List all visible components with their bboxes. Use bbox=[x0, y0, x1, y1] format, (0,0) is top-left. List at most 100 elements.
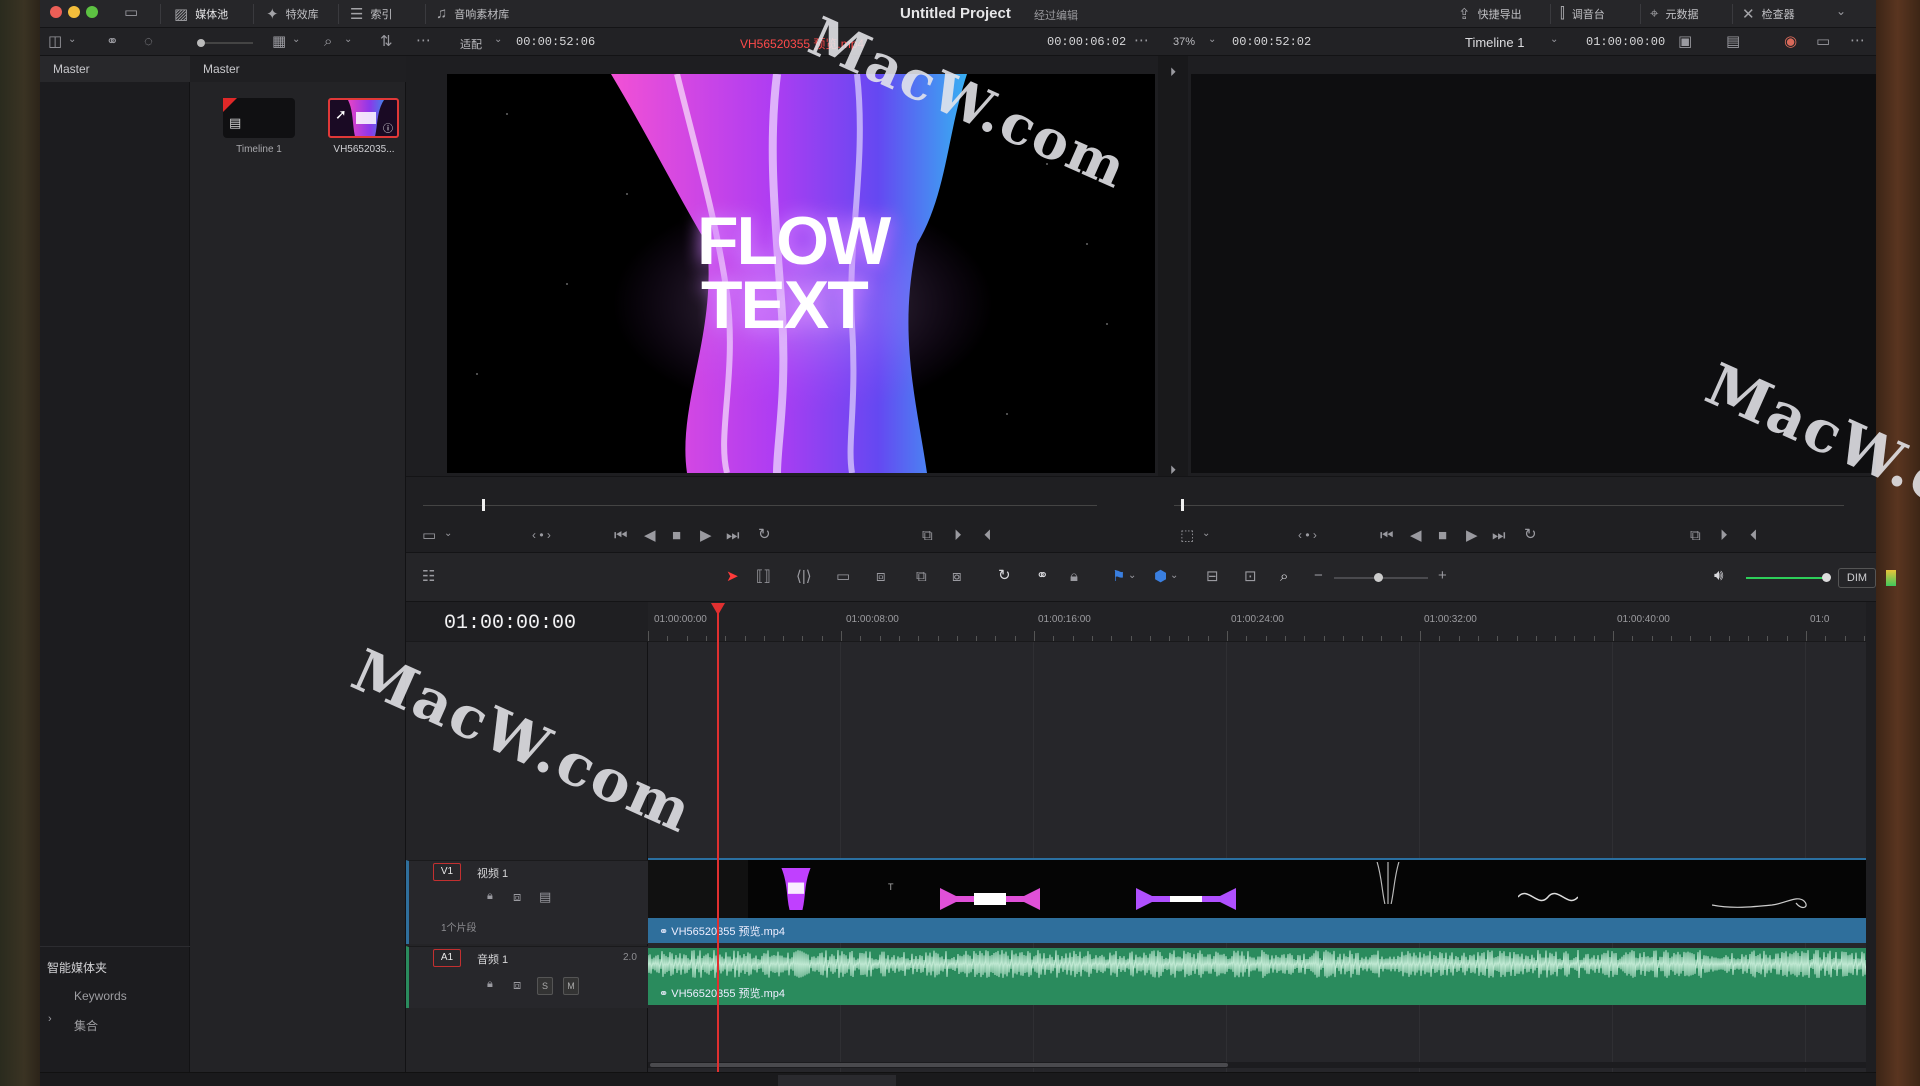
expand-icon[interactable]: ⌄ bbox=[1836, 5, 1846, 17]
chevron-down-icon[interactable]: ⌄ bbox=[68, 35, 76, 45]
mark-in-icon[interactable]: ⏴ bbox=[1750, 528, 1758, 543]
video-toggle-icon[interactable]: ▤ bbox=[539, 890, 551, 903]
chevron-down-icon[interactable]: ⌄ bbox=[1128, 571, 1136, 581]
skip-end-icon[interactable]: ⏵ bbox=[1170, 66, 1176, 78]
skip-end-icon[interactable]: ⏵ bbox=[1170, 464, 1176, 476]
sidebar-item-keywords[interactable]: Keywords bbox=[74, 989, 127, 1003]
jump-end-icon[interactable]: ⏭ bbox=[726, 528, 740, 543]
video-track-name[interactable]: 视频 1 bbox=[477, 865, 508, 881]
close-window-button[interactable] bbox=[50, 6, 62, 18]
timeline-thumbnail[interactable]: ▤ bbox=[223, 98, 295, 138]
zoom-custom-icon[interactable]: ⌕ bbox=[1280, 569, 1288, 584]
timeline-scrollbar-thumb[interactable] bbox=[650, 1063, 1228, 1067]
zoom-slider-handle[interactable] bbox=[1374, 573, 1383, 582]
link-icon[interactable]: ⚭ bbox=[106, 34, 119, 49]
chevron-down-icon[interactable]: ⌄ bbox=[1208, 35, 1216, 45]
chevron-down-icon[interactable]: ⌄ bbox=[494, 35, 502, 45]
stop-icon[interactable]: ■ bbox=[672, 528, 681, 543]
chevron-down-icon[interactable]: ⌄ bbox=[1170, 571, 1178, 581]
trim-tool-icon[interactable]: ⟦⟧ bbox=[756, 569, 771, 584]
mute-button[interactable]: M bbox=[563, 977, 579, 995]
audio-clip[interactable]: ⚭ VH56520355 预览.mp4 bbox=[648, 980, 1866, 1005]
marker-icon[interactable]: ⬢ bbox=[1154, 569, 1167, 584]
match-frame-icon[interactable]: ⧉ bbox=[922, 528, 933, 543]
jump-end-icon[interactable]: ⏭ bbox=[1492, 528, 1506, 543]
tab-effects[interactable]: ✦ 特效库 bbox=[266, 5, 319, 23]
video-clip[interactable]: ⚭ VH56520355 预览.mp4 bbox=[648, 918, 1866, 943]
transform-icon[interactable]: ⬚ bbox=[1180, 528, 1194, 543]
dynamic-trim-icon[interactable]: ⟨|⟩ bbox=[796, 569, 812, 584]
active-page-tab[interactable] bbox=[778, 1075, 896, 1086]
play-icon[interactable]: ▶ bbox=[700, 528, 712, 543]
panel-toggle-icon[interactable]: ◫ bbox=[48, 34, 62, 49]
stop-icon[interactable]: ■ bbox=[1438, 528, 1447, 543]
metadata-button[interactable]: ⌖ 元数据 bbox=[1650, 5, 1698, 22]
mark-out-icon[interactable]: ⏵ bbox=[1720, 528, 1728, 543]
dim-button[interactable]: DIM bbox=[1838, 568, 1876, 588]
selection-tool-icon[interactable]: ➤ bbox=[726, 569, 739, 584]
loop-icon[interactable]: ↻ bbox=[1524, 527, 1537, 542]
minimize-window-button[interactable] bbox=[68, 6, 80, 18]
chevron-down-icon[interactable]: ⌄ bbox=[444, 529, 452, 539]
chevron-down-icon[interactable]: ⌄ bbox=[292, 35, 300, 45]
timeline-canvas[interactable]: 01:00:00:00 01:00:08:00 01:00:16:00 01:0… bbox=[647, 602, 1868, 1072]
more-options-icon[interactable]: ⋯ bbox=[1134, 33, 1149, 48]
viewer-mode-icon[interactable]: ▭ bbox=[422, 528, 436, 543]
match-frame-icon[interactable]: ⧉ bbox=[1690, 528, 1701, 543]
playhead-handle[interactable] bbox=[711, 603, 725, 615]
track-id-v1[interactable]: V1 bbox=[433, 863, 461, 881]
audio-waveform[interactable] bbox=[647, 948, 1868, 980]
playhead[interactable] bbox=[717, 608, 719, 1072]
more-options-icon[interactable]: ⋯ bbox=[416, 33, 431, 48]
info-icon[interactable]: ⓘ bbox=[383, 120, 393, 135]
jump-start-icon[interactable]: ⏮ bbox=[1380, 528, 1394, 543]
fit-dropdown[interactable]: 适配 bbox=[460, 36, 482, 52]
reverse-icon[interactable]: ◀ bbox=[1410, 528, 1422, 543]
source-scrubber-track[interactable] bbox=[423, 505, 1097, 506]
lock-icon[interactable]: 🔒︎ bbox=[487, 979, 493, 990]
color-scopes-icon[interactable]: ◉ bbox=[1784, 34, 1797, 49]
tab-media-pool[interactable]: ▨ 媒体池 bbox=[174, 5, 228, 23]
thumbnail-size-track[interactable] bbox=[205, 42, 253, 44]
jog-icon[interactable]: ‹ • › bbox=[532, 529, 551, 541]
sidebar-master[interactable]: Master bbox=[40, 56, 190, 82]
jump-start-icon[interactable]: ⏮ bbox=[614, 528, 628, 543]
auto-select-icon[interactable]: ⧈ bbox=[513, 978, 521, 991]
clip-thumbnail[interactable]: ➚ ⓘ bbox=[328, 98, 399, 138]
zoom-window-button[interactable] bbox=[86, 6, 98, 18]
replace-clip-icon[interactable]: ⧇ bbox=[952, 569, 962, 584]
tab-index[interactable]: ☰ 索引 bbox=[350, 5, 392, 23]
linked-selection-icon[interactable]: ⚭ bbox=[1036, 568, 1049, 583]
search-icon[interactable]: ⌕ bbox=[324, 34, 332, 49]
chevron-down-icon[interactable]: ⌄ bbox=[1202, 529, 1210, 539]
mixer-button[interactable]: ⫿ 调音台 bbox=[1560, 5, 1605, 22]
zoom-out-icon[interactable]: − bbox=[1314, 568, 1323, 583]
chevron-right-icon[interactable]: › bbox=[48, 1014, 52, 1025]
video-track-header[interactable]: V1 视频 1 🔒︎ ⧈ ▤ 1个片段 bbox=[406, 860, 648, 944]
cinema-view-icon[interactable]: ▭ bbox=[1816, 34, 1830, 49]
sort-icon[interactable]: ⇅ bbox=[380, 34, 393, 49]
thumbnail-size-slider-icon[interactable] bbox=[197, 39, 205, 47]
sidebar-item-collections[interactable]: 集合 bbox=[74, 1017, 98, 1034]
safe-area-icon[interactable]: ▣ bbox=[1678, 34, 1692, 49]
timeline-scrubber-handle[interactable] bbox=[1181, 499, 1184, 511]
zoom-in-icon[interactable]: + bbox=[1438, 568, 1447, 583]
timeline-scrubber-track[interactable] bbox=[1174, 505, 1844, 506]
position-lock-icon[interactable]: 🔒︎ bbox=[1070, 569, 1078, 584]
volume-icon[interactable]: 🔊︎ bbox=[1714, 568, 1723, 583]
source-scrubber-handle[interactable] bbox=[482, 499, 485, 511]
blade-tool-icon[interactable]: ▭ bbox=[836, 569, 850, 584]
monitor-icon[interactable]: ▭ bbox=[124, 5, 138, 20]
track-id-a1[interactable]: A1 bbox=[433, 949, 461, 967]
zoom-full-icon[interactable]: ⊟ bbox=[1206, 569, 1219, 584]
timeline-options-icon[interactable]: ☷ bbox=[422, 569, 435, 584]
solo-button[interactable]: S bbox=[537, 977, 553, 995]
overwrite-clip-icon[interactable]: ⧉ bbox=[916, 569, 927, 584]
grid-view-icon[interactable]: ▦ bbox=[272, 34, 286, 49]
timeline-ruler[interactable]: 01:00:00:00 01:00:08:00 01:00:16:00 01:0… bbox=[648, 602, 1866, 642]
inspector-button[interactable]: ✕ 检查器 bbox=[1742, 5, 1795, 23]
tab-sound-library[interactable]: ♫ 音响素材库 bbox=[436, 5, 509, 22]
auto-select-icon[interactable]: ⧈ bbox=[513, 890, 521, 903]
mark-out-icon[interactable]: ⏵ bbox=[954, 528, 962, 543]
timeline-name-dropdown[interactable]: Timeline 1 bbox=[1465, 35, 1524, 50]
